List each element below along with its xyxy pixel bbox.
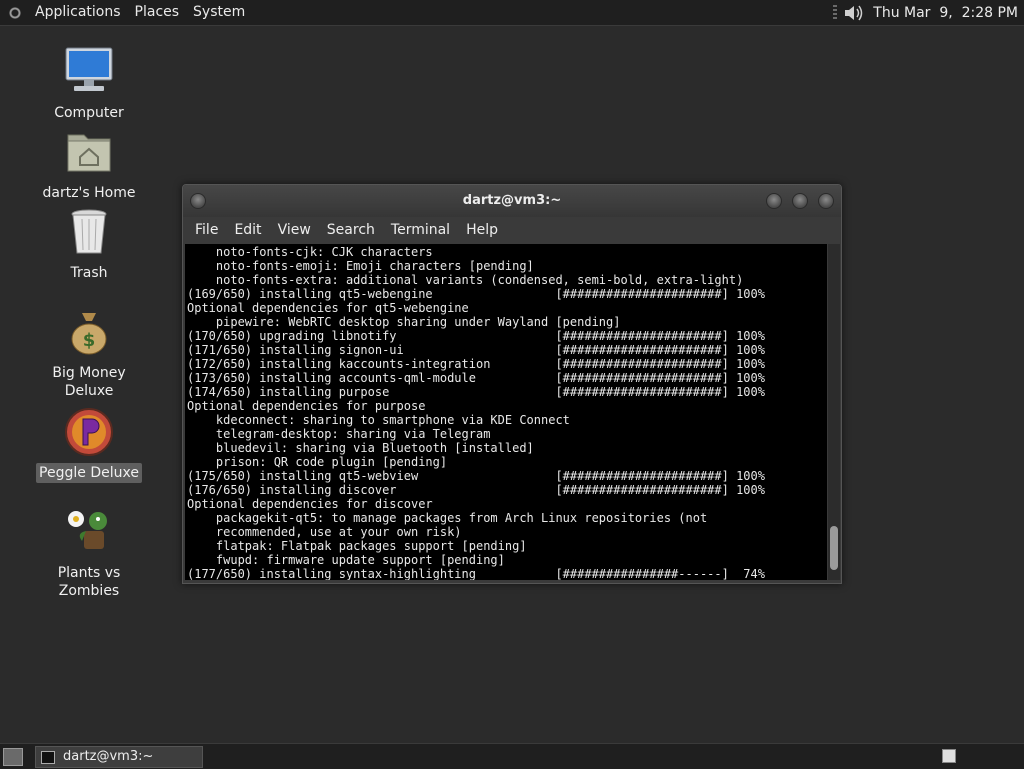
close-icon[interactable] <box>818 193 834 209</box>
menu-help[interactable]: Help <box>458 217 506 243</box>
terminal-line: Optional dependencies for discover <box>187 497 433 511</box>
terminal-line: noto-fonts-emoji: Emoji characters [pend… <box>187 259 534 273</box>
desktop-icon-label: Peggle Deluxe <box>36 463 142 483</box>
desktop-icon-peggle[interactable]: Peggle Deluxe <box>29 405 149 483</box>
terminal-icon <box>41 751 55 764</box>
terminal-scrollbar[interactable] <box>828 244 840 580</box>
peggle-icon <box>62 405 116 459</box>
volume-icon[interactable] <box>843 3 865 23</box>
terminal-line: (176/650) installing discover [#########… <box>187 483 765 497</box>
terminal-text: noto-fonts-cjk: CJK characters noto-font… <box>185 244 827 580</box>
desktop-icon-label: Computer <box>54 105 124 121</box>
terminal-line: telegram-desktop: sharing via Telegram <box>187 427 491 441</box>
maximize-icon[interactable] <box>792 193 808 209</box>
menu-file[interactable]: File <box>187 217 226 243</box>
desktop-icon-label: Trash <box>70 265 108 281</box>
menu-applications[interactable]: Applications <box>28 0 128 25</box>
desktop-icon-plants-vs-zombies[interactable]: Plants vs Zombies <box>29 505 149 601</box>
terminal-line: prison: QR code plugin [pending] <box>187 455 448 469</box>
terminal-line: (169/650) installing qt5-webengine [####… <box>187 287 765 301</box>
home-folder-icon <box>62 125 116 179</box>
minimize-icon[interactable] <box>766 193 782 209</box>
menu-edit[interactable]: Edit <box>226 217 269 243</box>
desktop-icon-home[interactable]: dartz's Home <box>29 125 149 203</box>
terminal-menubar: File Edit View Search Terminal Help <box>183 217 841 243</box>
workspace-switcher[interactable] <box>942 749 956 763</box>
bottom-panel: dartz@vm3:~ <box>0 743 1024 769</box>
terminal-line: Optional dependencies for purpose <box>187 399 426 413</box>
trash-icon <box>62 205 116 259</box>
terminal-line: (171/650) installing signon-ui [########… <box>187 343 765 357</box>
window-titlebar[interactable]: dartz@vm3:~ <box>183 185 841 217</box>
terminal-line: flatpak: Flatpak packages support [pendi… <box>187 539 527 553</box>
terminal-line: (177/650) installing syntax-highlighting… <box>187 567 765 580</box>
show-desktop-icon[interactable] <box>3 748 23 766</box>
top-panel: Applications Places System Thu Mar 9, 2:… <box>0 0 1024 26</box>
desktop-icon-computer[interactable]: Computer <box>29 45 149 123</box>
terminal-line: (173/650) installing accounts-qml-module… <box>187 371 765 385</box>
terminal-line: (170/650) upgrading libnotify [#########… <box>187 329 765 343</box>
terminal-line: Optional dependencies for qt5-webengine <box>187 301 469 315</box>
desktop-icon-trash[interactable]: Trash <box>29 205 149 283</box>
terminal-line: kdeconnect: sharing to smartphone via KD… <box>187 413 570 427</box>
desktop-icon-label: Plants vs Zombies <box>57 565 121 599</box>
panel-tray: Thu Mar 9, 2:28 PM <box>833 0 1024 25</box>
money-bag-icon: $ <box>62 305 116 359</box>
terminal-line: (174/650) installing purpose [##########… <box>187 385 765 399</box>
terminal-line: (172/650) installing kaccounts-integrati… <box>187 357 765 371</box>
plants-vs-zombies-icon <box>62 505 116 559</box>
desktop-icon-label: Big Money Deluxe <box>52 365 126 399</box>
desktop-icon-big-money[interactable]: $ Big Money Deluxe <box>29 305 149 401</box>
terminal-line: bluedevil: sharing via Bluetooth [instal… <box>187 441 534 455</box>
desktop-icon-label: dartz's Home <box>42 185 136 201</box>
terminal-line: (175/650) installing qt5-webview [######… <box>187 469 765 483</box>
terminal-window[interactable]: dartz@vm3:~ File Edit View Search Termin… <box>182 184 842 584</box>
menu-view[interactable]: View <box>270 217 319 243</box>
panel-drag-handle-icon[interactable] <box>833 4 838 21</box>
terminal-line: noto-fonts-cjk: CJK characters <box>187 245 433 259</box>
computer-icon <box>62 45 116 99</box>
taskbar-button-label: dartz@vm3:~ <box>63 749 154 764</box>
terminal-line: fwupd: firmware update support [pending] <box>187 553 505 567</box>
distro-logo-icon[interactable] <box>6 3 24 22</box>
terminal-output[interactable]: noto-fonts-cjk: CJK characters noto-font… <box>185 244 827 580</box>
menu-terminal[interactable]: Terminal <box>383 217 458 243</box>
menu-system[interactable]: System <box>186 0 252 25</box>
scrollbar-thumb[interactable] <box>830 526 838 570</box>
terminal-line: packagekit-qt5: to manage packages from … <box>187 511 708 525</box>
menu-places[interactable]: Places <box>128 0 187 25</box>
terminal-line: pipewire: WebRTC desktop sharing under W… <box>187 315 621 329</box>
terminal-line: noto-fonts-extra: additional variants (c… <box>187 273 744 287</box>
menu-search[interactable]: Search <box>319 217 383 243</box>
taskbar-button-terminal[interactable]: dartz@vm3:~ <box>35 746 203 768</box>
svg-text:$: $ <box>83 330 96 351</box>
clock[interactable]: Thu Mar 9, 2:28 PM <box>873 5 1024 21</box>
terminal-line: recommended, use at your own risk) <box>187 525 462 539</box>
window-title: dartz@vm3:~ <box>462 193 562 208</box>
